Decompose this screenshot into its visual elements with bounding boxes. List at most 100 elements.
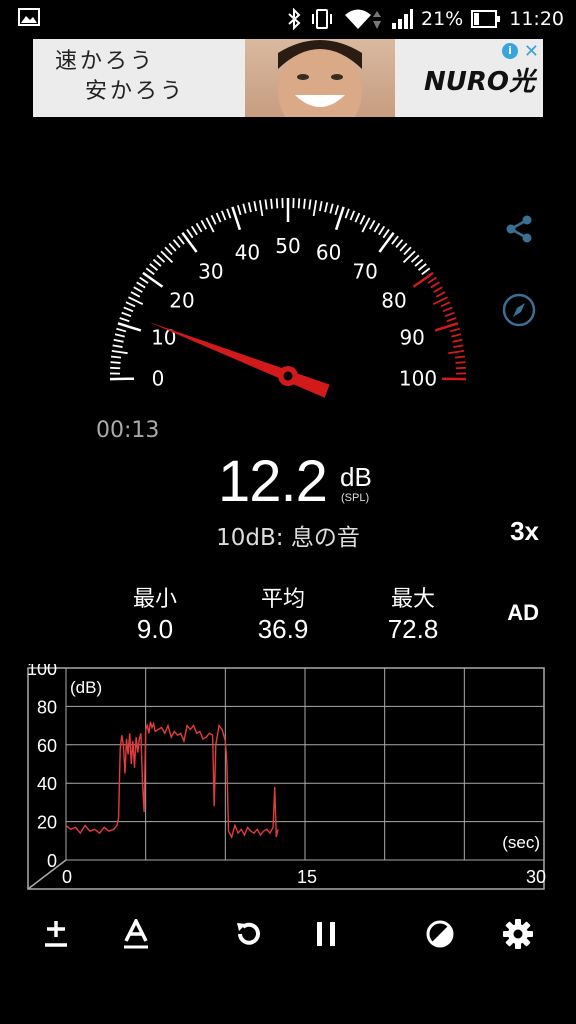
avg-label: 平均 (260, 587, 305, 612)
ad-copy: 速かろう 安かろう (55, 47, 185, 107)
gauge-label: 90 (399, 326, 424, 350)
gauge-tick (395, 239, 404, 248)
gauge-tick (453, 344, 464, 348)
gauge-tick (444, 311, 455, 318)
gauge-tick (297, 198, 301, 209)
gauge-label: 10 (151, 326, 176, 350)
contrast-icon (426, 920, 454, 948)
reset-button[interactable] (225, 910, 273, 958)
gauge-tick (200, 220, 208, 230)
gauge-tick (142, 271, 164, 288)
gallery-icon (18, 8, 40, 26)
db-unit: dB (340, 462, 372, 492)
ad-line-2: 安かろう (85, 79, 186, 104)
gauge-tick (329, 203, 334, 214)
share-icon[interactable] (502, 212, 536, 246)
chart-x-tick-label: 30 (526, 867, 546, 887)
gauge-tick (136, 281, 146, 289)
gauge-label: 70 (352, 259, 377, 283)
ad-toggle-button[interactable]: AD (507, 600, 539, 626)
gauge-tick (112, 344, 123, 348)
gauge-tick (113, 338, 124, 343)
max-label: 最大 (390, 587, 435, 612)
chart-y-tick-label: 100 (27, 664, 57, 679)
gauge-label: 100 (399, 366, 437, 390)
clock: 11:20 (509, 8, 564, 30)
gauge-tick (247, 202, 252, 213)
gauge-tick (449, 327, 460, 333)
gauge-tick (417, 263, 427, 271)
chart-x-tick-label: 15 (297, 867, 317, 887)
gauge-tick (133, 286, 143, 293)
stat-min: 最小 9.0 (100, 587, 210, 645)
gauge-tick (324, 202, 329, 213)
font-weighting-button[interactable] (112, 910, 160, 958)
gauge-tick (442, 306, 453, 313)
gauge-tick (111, 350, 128, 355)
gauge-tick (114, 333, 125, 338)
stat-avg: 平均 36.9 (228, 587, 338, 645)
gauge-tick (156, 254, 166, 263)
gauge-tick (128, 296, 144, 306)
gauge-tick (359, 214, 366, 225)
gauge-tick (121, 311, 132, 318)
gauge-tick (139, 276, 149, 284)
gauge-label: 50 (275, 234, 300, 258)
gauge-tick (421, 267, 431, 276)
gauge-label: 0 (152, 366, 165, 390)
gauge-tick (312, 200, 318, 217)
gauge-tick (373, 222, 381, 233)
chart-y-unit-label: (dB) (70, 678, 102, 697)
min-label: 最小 (132, 587, 177, 612)
bluetooth-icon (288, 8, 301, 30)
stat-max: 最大 72.8 (358, 587, 468, 645)
calibrate-button[interactable] (32, 910, 80, 958)
gauge-tick (448, 350, 465, 355)
gauge-tick (264, 199, 268, 210)
ad-banner[interactable]: 速かろう 安かろう NURO光 i ✕ (33, 39, 543, 117)
gauge-tick (242, 203, 247, 214)
signal-icon (392, 9, 413, 29)
gauge-tick (125, 301, 136, 308)
pause-button[interactable] (302, 910, 350, 958)
max-value: 72.8 (387, 614, 439, 644)
gauge-tick (123, 306, 134, 313)
gauge-tick (308, 199, 312, 210)
gauge-tick (368, 220, 376, 230)
gauge-tick (432, 296, 448, 306)
wifi-icon (345, 9, 381, 29)
elapsed-timer: 00:13 (96, 418, 160, 443)
ad-info-icon[interactable]: i (502, 43, 518, 59)
gauge-tick (303, 198, 306, 209)
gauge-tick (190, 225, 198, 236)
gauge-tick (275, 198, 279, 209)
gauge-tick (451, 333, 462, 338)
settings-button[interactable] (494, 910, 542, 958)
gauge-tick (110, 361, 121, 364)
gauge-tick (361, 217, 371, 233)
gauge-label: 60 (316, 241, 341, 265)
theme-button[interactable] (416, 910, 464, 958)
ad-close-icon[interactable]: ✕ (524, 41, 539, 62)
gauge-tick (181, 231, 198, 253)
gauge-tick (414, 258, 424, 267)
avg-value: 36.9 (257, 614, 309, 644)
compass-icon[interactable] (502, 293, 536, 327)
gauge-tick (149, 263, 159, 271)
gauge-tick (334, 204, 340, 216)
gauge-tick (349, 210, 356, 221)
chart-x-unit-label: (sec) (502, 833, 540, 852)
gauge-tick (455, 361, 466, 364)
gauge-needle (148, 321, 330, 398)
status-bar: 21% 11:20 (0, 0, 576, 38)
gauge-tick (446, 317, 457, 323)
gauge-tick (226, 208, 232, 219)
ad-line-1: 速かろう (55, 49, 156, 74)
bottom-toolbar (0, 910, 576, 960)
ad-photo (245, 39, 395, 117)
gear-icon (503, 919, 533, 949)
multiplier-button[interactable]: 3x (510, 516, 539, 547)
gauge-tick (253, 201, 258, 212)
gauge-tick (403, 246, 412, 256)
chart-series-line (65, 721, 279, 839)
